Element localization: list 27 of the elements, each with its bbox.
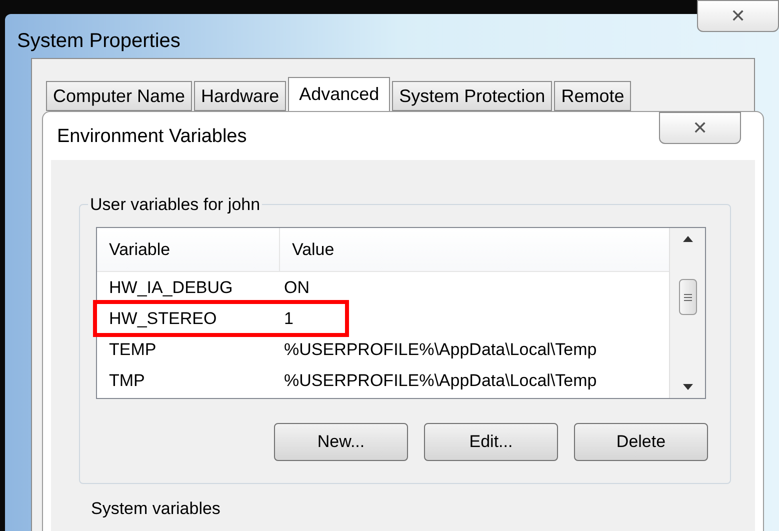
window-title: System Properties <box>16 29 180 51</box>
tab[interactable]: Computer Name <box>46 81 192 111</box>
table-cell-text: ON <box>283 276 310 299</box>
column-header[interactable]: Value <box>280 228 669 271</box>
table-cell-text: HW_STEREO <box>108 308 218 330</box>
scroll-thumb[interactable] <box>678 279 696 315</box>
tab[interactable]: Hardware <box>194 81 286 111</box>
table-cell-text: %USERPROFILE%\AppData\Local\Temp <box>283 338 597 361</box>
close-button[interactable]: ✕ <box>659 112 741 144</box>
dialog-title: Environment Variables <box>56 125 247 149</box>
dialog-button[interactable]: Delete <box>574 423 708 461</box>
tab[interactable]: Remote <box>554 81 632 111</box>
scrollbar[interactable] <box>669 228 705 398</box>
close-button[interactable]: ✕ <box>697 0 779 32</box>
tab[interactable]: System Protection <box>392 81 552 111</box>
table-cell-text: 1 <box>283 308 294 330</box>
scroll-up-icon[interactable] <box>682 236 692 242</box>
tab[interactable]: Advanced <box>288 77 390 111</box>
dialog-button[interactable]: New... <box>274 423 408 461</box>
column-header[interactable]: Variable <box>97 228 280 271</box>
table-cell-text: HW_IA_DEBUG <box>108 276 234 299</box>
table-cell-text: TEMP <box>108 338 158 361</box>
table-cell-text: TMP <box>108 370 146 392</box>
scroll-down-icon[interactable] <box>682 384 692 390</box>
group-label: System variables <box>91 499 220 518</box>
dialog-button[interactable]: Edit... <box>424 423 558 461</box>
table-cell-text: %USERPROFILE%\AppData\Local\Temp <box>283 370 597 392</box>
